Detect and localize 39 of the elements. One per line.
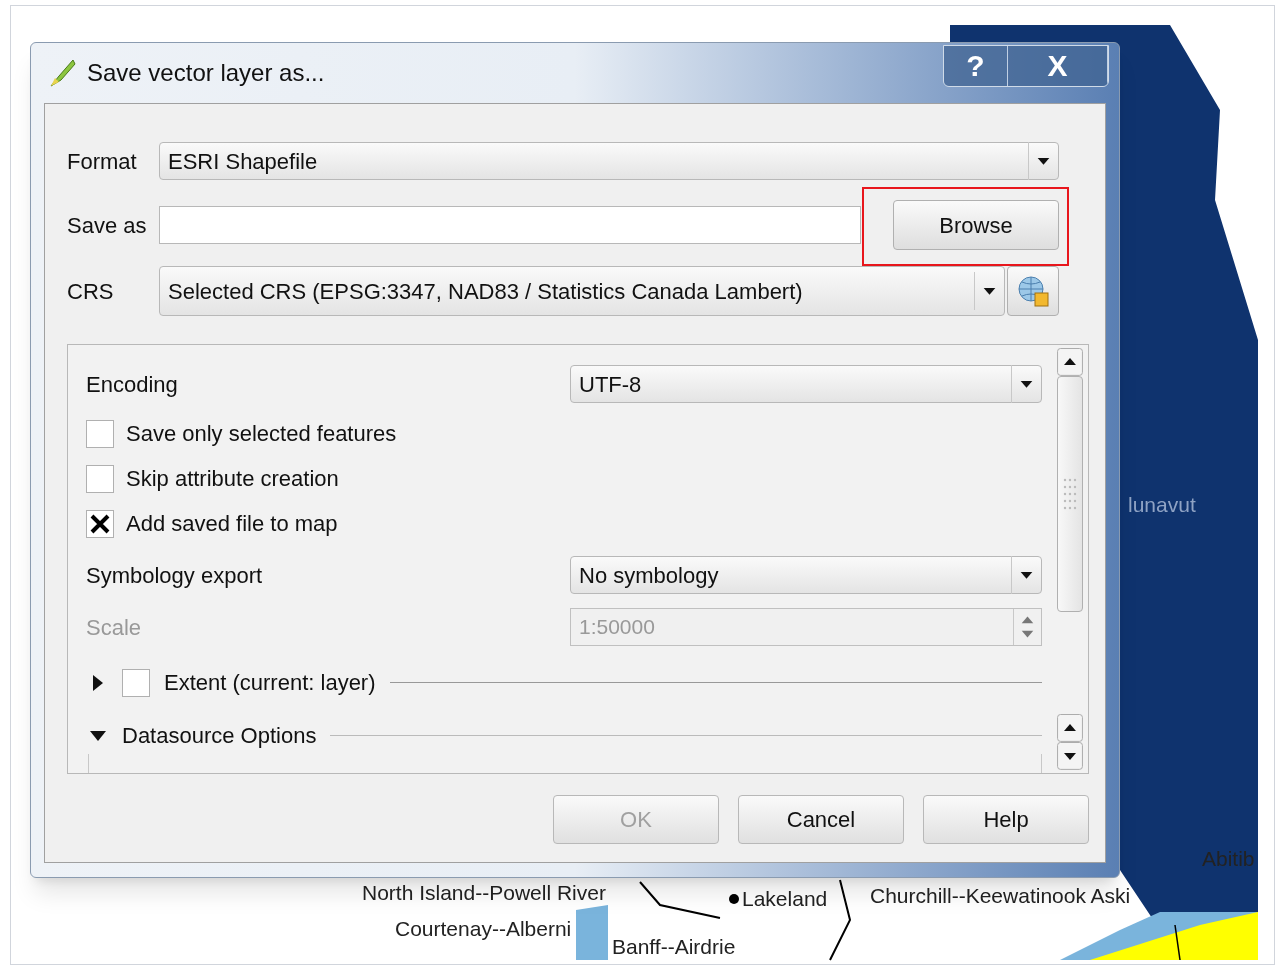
format-label: Format [67,147,138,176]
map-label: Churchill--Keewatinook Aski [870,885,1131,906]
map-label: Banff--Airdrie [612,936,736,957]
checkbox[interactable] [122,668,150,697]
encoding-label: Encoding [86,370,178,399]
symbology-dropdown[interactable]: No symbology [570,556,1042,594]
scale-label: Scale [86,613,142,642]
datasource-group-title: Datasource Options [122,722,317,750]
map-label: North Island--Powell River [362,882,606,903]
dialog-button[interactable]: Help [923,795,1089,844]
checkbox-label: Skip attribute creation [126,465,339,493]
save-as-field[interactable] [159,206,861,244]
browse-button[interactable]: Browse [893,200,1059,250]
dialog-button[interactable]: Cancel [738,795,904,844]
symbology-export-label: Symbology export [86,561,263,590]
crs-dropdown[interactable]: Selected CRS (EPSG:3347, NAD83 / Statistics Canada Lambert) [159,266,1005,316]
checkbox[interactable] [86,464,114,493]
map-label: lunavut [1128,494,1196,515]
save-as-label: Save as [67,211,148,240]
scroll-up-icon[interactable] [1057,348,1083,376]
checkbox[interactable] [86,419,114,448]
checked-checkbox[interactable] [86,509,114,538]
map-label: Courtenay--Alberni [395,918,572,939]
globe-icon [1016,274,1050,308]
help-button[interactable]: ? [944,46,1008,86]
scroll-up-icon[interactable] [1057,714,1083,743]
checkbox-label: Add saved file to map [126,510,338,538]
crs-label: CRS [67,277,115,306]
scale-spinbox: 1:50000 [570,608,1042,646]
scrollbar-thumb[interactable] [1057,375,1083,612]
scroll-down-icon[interactable] [1057,742,1083,770]
format-dropdown[interactable]: ESRI Shapefile [159,142,1059,180]
map-label: Lakeland [742,888,828,909]
extent-group-title: Extent (current: layer) [164,669,376,697]
encoding-dropdown[interactable]: UTF-8 [570,365,1042,403]
checkbox-label: Save only selected features [126,420,397,448]
close-button[interactable]: X [1008,46,1108,86]
window-title: Save vector layer as... [87,58,326,88]
map-label: Abitib [1202,848,1255,869]
